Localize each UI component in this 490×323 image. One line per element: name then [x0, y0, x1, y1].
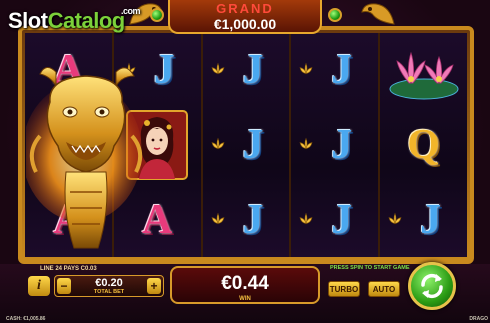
- lotus-coin-icon: [211, 212, 224, 225]
- game-screen: SlotCatalog .com GRAND €1,000.00 A A: [0, 0, 490, 323]
- green-gem-left-icon: [150, 8, 164, 22]
- symbol-j: J: [420, 196, 442, 243]
- symbol-j: J: [242, 47, 264, 94]
- lotus-coin-icon: [300, 212, 313, 225]
- lotus-coin-icon: [388, 212, 402, 225]
- press-spin-hint: PRESS SPIN TO START GAME: [330, 265, 410, 271]
- bet-selector: − €0.20 TOTAL BET +: [54, 275, 164, 297]
- symbol-j: J: [242, 196, 264, 243]
- jackpot-label: GRAND: [216, 1, 274, 16]
- lotus-coin-icon: [211, 137, 224, 150]
- symbol-cell: J: [291, 108, 378, 183]
- symbol-a: A: [142, 196, 173, 243]
- symbol-cell: J: [203, 182, 290, 257]
- symbol-j: J: [331, 196, 353, 243]
- symbol-cell: Q: [380, 108, 467, 183]
- green-gem-right-icon: [328, 8, 342, 22]
- win-label: WIN: [239, 296, 251, 302]
- symbol-j: J: [331, 122, 353, 168]
- symbol-q: Q: [407, 122, 440, 168]
- autoplay-button[interactable]: AUTO: [368, 281, 400, 297]
- cash-balance: CASH: €1,005.86: [6, 316, 46, 322]
- watermark-slot-text: Slot: [8, 8, 48, 33]
- watermark-com-text: .com: [121, 6, 141, 16]
- dragon-ornament-right-icon: [361, 3, 395, 25]
- symbol-j: J: [153, 47, 175, 94]
- spin-button[interactable]: [408, 262, 456, 310]
- bet-increase-button[interactable]: +: [147, 278, 161, 294]
- win-value: €0.44: [221, 273, 269, 294]
- reel-3: J J J: [202, 33, 292, 257]
- win-display: €0.44 WIN: [170, 266, 320, 304]
- symbol-cell: J: [203, 33, 290, 108]
- symbol-cell: [380, 33, 467, 108]
- info-button[interactable]: i: [28, 276, 50, 296]
- jackpot-value: €1,000.00: [213, 16, 277, 32]
- lotus-coin-icon: [211, 63, 224, 75]
- reel-5: Q J: [380, 33, 467, 257]
- refresh-arrows-icon: [421, 273, 443, 299]
- symbol-j: J: [242, 122, 264, 168]
- lotus-coin-icon: [300, 137, 313, 150]
- symbol-j: J: [331, 47, 353, 94]
- reel-4: J J J: [291, 33, 381, 257]
- lotus-coin-icon: [300, 63, 313, 75]
- symbol-cell: J: [291, 33, 378, 108]
- lines-info-text: LINE 24 PAYS C0.03: [40, 266, 97, 272]
- golden-dragon-wild-icon: [26, 67, 143, 249]
- symbol-cell: J: [380, 182, 467, 257]
- game-name-text: DRAGO: [469, 316, 488, 322]
- symbol-cell: J: [291, 182, 378, 257]
- lotus-flower-icon: [389, 52, 459, 100]
- watermark-logo: SlotCatalog .com: [8, 6, 141, 34]
- turbo-button[interactable]: TURBO: [328, 281, 360, 297]
- symbol-cell: J: [203, 108, 290, 183]
- watermark-catalog-text: Catalog: [47, 8, 126, 33]
- grand-jackpot-panel: GRAND €1,000.00: [168, 0, 322, 34]
